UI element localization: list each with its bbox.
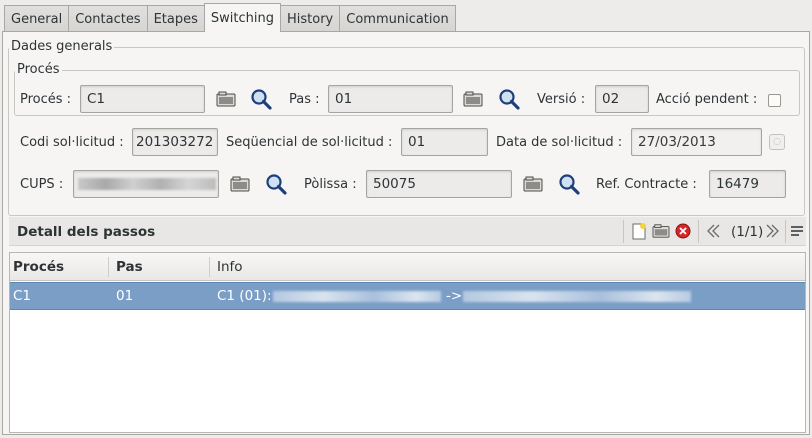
ref-contracte-field[interactable]: 16479	[709, 170, 786, 198]
tab-contactes[interactable]: Contactes	[68, 5, 148, 32]
proces-label: Procés :	[20, 92, 72, 107]
pas-label: Pas :	[289, 92, 320, 107]
table-row[interactable]: C1 01 C1 (01): ->	[10, 282, 805, 310]
delete-icon[interactable]	[672, 220, 694, 242]
column-separator	[108, 257, 109, 277]
folder-open-icon[interactable]	[521, 172, 545, 196]
ref-contracte-label: Ref. Contracte :	[596, 177, 697, 192]
cell-pas: 01	[116, 288, 134, 304]
versio-label: Versió :	[537, 92, 586, 107]
column-header-proces[interactable]: Procés	[13, 253, 64, 281]
detall-passos-toolbar: Detall dels passos (1/1)	[9, 217, 806, 246]
pas-field[interactable]: 01	[328, 85, 453, 113]
pager-label: (1/1)	[731, 224, 764, 240]
codi-sollicitud-field[interactable]: 201303272	[132, 128, 218, 156]
tab-bar: General Contactes Etapes Switching Histo…	[4, 3, 456, 32]
data-sollicitud-label: Data de sol·licitud :	[496, 135, 623, 150]
accio-pendent-checkbox[interactable]	[768, 94, 781, 107]
table-header: Procés Pas Info	[10, 253, 805, 281]
toolbar-separator	[623, 220, 624, 243]
data-sollicitud-field[interactable]: 27/03/2013	[631, 128, 762, 156]
folder-open-icon[interactable]	[214, 87, 238, 111]
proces-field[interactable]: C1	[80, 85, 205, 113]
magnifier-icon[interactable]	[557, 172, 581, 196]
sequencial-field[interactable]: 01	[401, 128, 488, 156]
tab-communication[interactable]: Communication	[339, 5, 456, 32]
polissa-field[interactable]: 50075	[366, 170, 512, 198]
tab-etapes[interactable]: Etapes	[146, 5, 205, 32]
codi-sollicitud-label: Codi sol·licitud :	[20, 135, 124, 150]
tab-switching[interactable]: Switching	[203, 3, 281, 32]
redacted-info-target	[463, 291, 691, 302]
redacted-cups-value	[78, 178, 216, 190]
magnifier-icon[interactable]	[497, 87, 521, 111]
previous-icon[interactable]	[703, 220, 723, 242]
folder-open-icon[interactable]	[461, 87, 485, 111]
cell-info-arrow: ->	[446, 288, 463, 304]
calendar-icon[interactable]: ◌	[769, 134, 785, 150]
new-document-icon[interactable]	[628, 220, 650, 242]
cups-label: CUPS :	[20, 177, 64, 192]
accio-pendent-label: Acció pendent :	[656, 92, 758, 107]
switching-tab-panel: Dades generals Procés Procés : C1 Pas : …	[2, 31, 810, 435]
next-icon[interactable]	[763, 220, 783, 242]
column-separator	[209, 257, 210, 277]
versio-field[interactable]: 02	[595, 85, 649, 113]
proces-group-legend: Procés	[17, 62, 60, 77]
cups-field[interactable]	[73, 170, 219, 198]
column-header-pas[interactable]: Pas	[116, 253, 143, 281]
sequencial-label: Seqüencial de sol·licitud :	[226, 135, 393, 150]
cell-proces: C1	[13, 288, 32, 304]
dades-generals-legend: Dades generals	[11, 39, 113, 54]
folder-open-icon[interactable]	[228, 172, 252, 196]
cell-info-prefix: C1 (01):	[217, 288, 272, 304]
detall-passos-table: Procés Pas Info C1 01 C1 (01): ->	[9, 252, 806, 433]
menu-icon[interactable]	[788, 220, 806, 242]
magnifier-icon[interactable]	[249, 87, 273, 111]
folder-open-icon[interactable]	[650, 220, 672, 242]
column-header-info[interactable]: Info	[217, 253, 243, 281]
magnifier-icon[interactable]	[264, 172, 288, 196]
tab-history[interactable]: History	[280, 5, 341, 32]
redacted-info-source	[273, 291, 441, 302]
toolbar-separator	[698, 220, 699, 243]
detall-passos-title: Detall dels passos	[17, 224, 156, 240]
polissa-label: Pòlissa :	[304, 177, 357, 192]
toolbar-separator	[785, 220, 786, 243]
tab-general[interactable]: General	[4, 5, 70, 32]
